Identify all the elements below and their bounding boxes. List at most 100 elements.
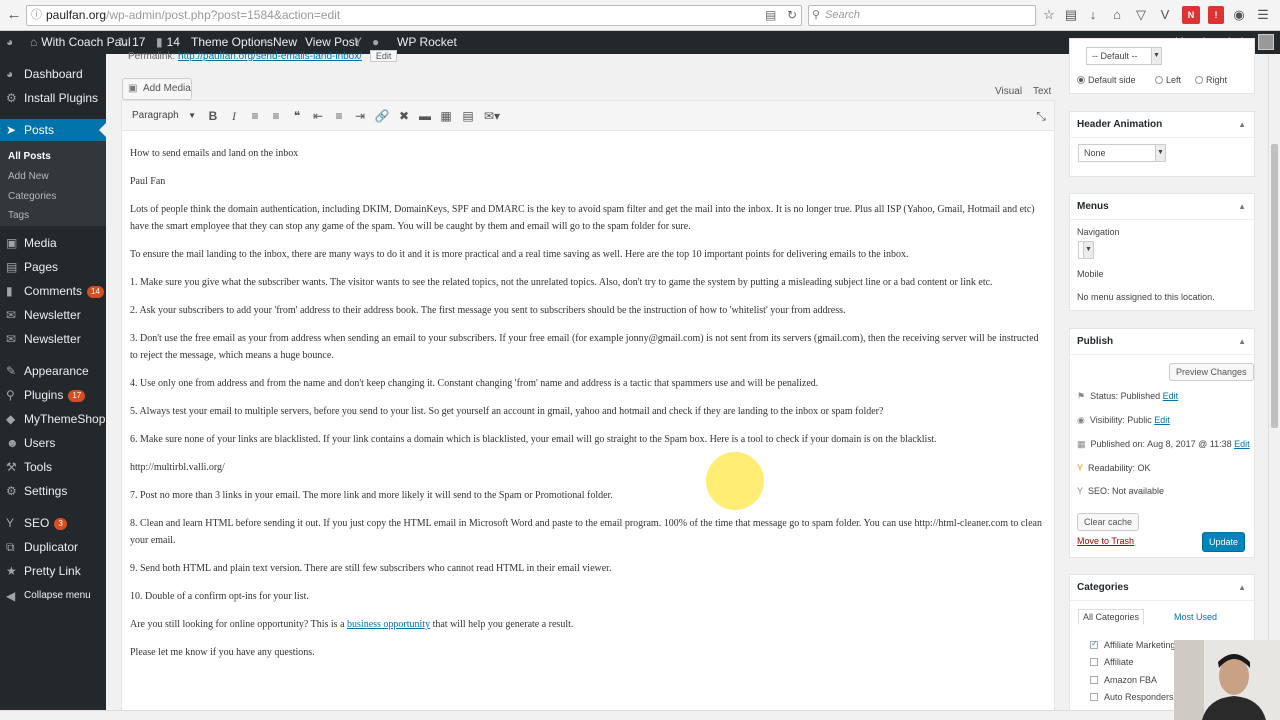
bookmark-star-icon[interactable]: ☆: [1040, 6, 1058, 24]
extension-globe-icon[interactable]: ◉: [1230, 6, 1248, 24]
sidebar-item-posts[interactable]: ➤ Posts: [0, 119, 106, 141]
post-content[interactable]: How to send emails and land on the inbox…: [130, 145, 1048, 672]
italic-icon[interactable]: I: [225, 107, 243, 125]
download-icon[interactable]: ↓: [1084, 6, 1102, 24]
reading-list-icon[interactable]: ▤: [1062, 6, 1080, 24]
wordpress-logo-icon[interactable]: ◕: [6, 31, 17, 54]
preview-changes-button[interactable]: Preview Changes: [1169, 363, 1254, 381]
permalink-url[interactable]: http://paulfan.org/send-emails-land-inbo…: [178, 51, 362, 62]
tab-visual[interactable]: Visual: [995, 86, 1022, 97]
table-icon[interactable]: ▤: [459, 107, 477, 125]
radio-default-side[interactable]: Default side: [1077, 75, 1136, 85]
navigation-select[interactable]: ▼: [1078, 241, 1094, 259]
sidebar-sub-tags[interactable]: Tags: [0, 206, 106, 226]
media-icon: ▣: [128, 83, 138, 94]
comment-icon: ▮: [6, 284, 13, 298]
category-item[interactable]: Affiliate: [1090, 657, 1133, 667]
radio-left[interactable]: Left: [1155, 75, 1181, 85]
extension-alert-icon[interactable]: !: [1208, 6, 1224, 24]
browser-search-input[interactable]: ⚲ Search: [808, 5, 1036, 26]
menu-icon[interactable]: ☰: [1254, 6, 1272, 24]
sidebar-item-pretty-link[interactable]: ★ Pretty Link: [0, 560, 106, 582]
paragraph: 7. Post no more than 3 links in your ema…: [130, 490, 613, 501]
sidebar-item-dashboard[interactable]: ◕ Dashboard: [0, 63, 106, 85]
publish-title[interactable]: Publish ▲: [1070, 329, 1254, 355]
bold-icon[interactable]: B: [204, 107, 222, 125]
bullet-list-icon[interactable]: ≡: [246, 107, 264, 125]
adminbar-wp-rocket[interactable]: WP Rocket: [397, 31, 457, 54]
menus-title[interactable]: Menus ▲: [1070, 194, 1254, 220]
sidebar-item-newsletter-2[interactable]: ✉ Newsletter: [0, 328, 106, 350]
read-more-icon[interactable]: ▬: [416, 107, 434, 125]
reader-icon[interactable]: ▤: [765, 6, 776, 25]
move-to-trash-link[interactable]: Move to Trash: [1077, 536, 1134, 546]
adminbar-site-name[interactable]: ⌂ With Coach Paul: [30, 31, 131, 54]
visibility-edit-link[interactable]: Edit: [1154, 415, 1170, 425]
align-right-icon[interactable]: ⇥: [351, 107, 369, 125]
align-left-icon[interactable]: ⇤: [309, 107, 327, 125]
sidebar-item-seo[interactable]: Y SEO 3: [0, 512, 106, 534]
header-animation-title[interactable]: Header Animation ▲: [1070, 112, 1254, 138]
extension-v-icon[interactable]: V: [1156, 6, 1174, 24]
sidebar-select[interactable]: -- Default -- ▼: [1086, 47, 1162, 65]
reload-icon[interactable]: ↻: [787, 6, 797, 25]
sidebar-item-newsletter-1[interactable]: ✉ Newsletter: [0, 304, 106, 326]
checkbox-icon: [1090, 675, 1098, 684]
back-icon[interactable]: ←: [5, 6, 23, 24]
collapse-arrow-icon[interactable]: ▲: [1238, 194, 1246, 220]
tab-text[interactable]: Text: [1033, 86, 1051, 97]
category-item[interactable]: Amazon FBA: [1090, 675, 1157, 685]
collapse-arrow-icon[interactable]: ▲: [1238, 575, 1246, 601]
address-bar[interactable]: ⓘ paulfan.org/wp-admin/post.php?post=158…: [26, 5, 802, 26]
tab-all-categories[interactable]: All Categories: [1078, 609, 1145, 625]
header-animation-select[interactable]: None ▼: [1078, 144, 1166, 162]
sidebar-item-tools[interactable]: ⚒ Tools: [0, 456, 106, 478]
radio-icon: [1077, 75, 1085, 84]
toolbar-toggle-icon[interactable]: ▦: [437, 107, 455, 125]
permalink-edit-button[interactable]: Edit: [369, 50, 398, 62]
home-icon[interactable]: ⌂: [1108, 6, 1126, 24]
status-edit-link[interactable]: Edit: [1163, 391, 1179, 401]
extension-new-icon[interactable]: N: [1182, 6, 1200, 24]
collapse-menu-button[interactable]: ◀ Collapse menu: [0, 585, 106, 607]
fullscreen-icon[interactable]: ⤡: [1032, 107, 1050, 125]
blockquote-icon[interactable]: ❝: [288, 107, 306, 125]
horizontal-scrollbar[interactable]: [0, 710, 1268, 720]
sidebar-sub-all-posts[interactable]: All Posts: [0, 147, 106, 167]
link-icon[interactable]: 🔗: [373, 107, 391, 125]
add-media-button[interactable]: ▣ Add Media: [122, 78, 192, 100]
sidebar-sub-add-new[interactable]: Add New: [0, 167, 106, 187]
categories-title[interactable]: Categories ▲: [1070, 575, 1254, 601]
numbered-list-icon[interactable]: ≡: [267, 107, 285, 125]
pocket-icon[interactable]: ▽: [1132, 6, 1150, 24]
date-edit-link[interactable]: Edit: [1234, 439, 1250, 449]
sidebar-item-mythemeshop[interactable]: ◆ MyThemeShop: [0, 408, 106, 430]
business-opportunity-link[interactable]: business opportunity: [347, 619, 430, 630]
sidebar-item-media[interactable]: ▣ Media: [0, 232, 106, 254]
align-center-icon[interactable]: ≡: [330, 107, 348, 125]
sidebar-sub-categories[interactable]: Categories: [0, 187, 106, 207]
clear-cache-button[interactable]: Clear cache: [1077, 513, 1140, 531]
sidebar-item-settings[interactable]: ⚙ Settings: [0, 480, 106, 502]
tab-most-used[interactable]: Most Used: [1174, 612, 1217, 622]
sidebar-item-install-plugins[interactable]: ⚙ Install Plugins: [0, 87, 106, 109]
sidebar-item-comments[interactable]: ▮ Comments 14: [0, 280, 106, 302]
scrollbar-thumb[interactable]: [1271, 144, 1278, 428]
sidebar-item-plugins[interactable]: ⚲ Plugins 17: [0, 384, 106, 406]
avatar[interactable]: [1258, 34, 1274, 50]
sidebar-item-users[interactable]: ☻ Users: [0, 432, 106, 454]
category-item[interactable]: Auto Responders: [1090, 692, 1174, 702]
radio-right[interactable]: Right: [1195, 75, 1227, 85]
sidebar-item-pages[interactable]: ▤ Pages: [0, 256, 106, 278]
category-item[interactable]: Affiliate Marketing: [1090, 639, 1175, 650]
update-button[interactable]: Update: [1202, 532, 1246, 552]
collapse-arrow-icon[interactable]: ▲: [1238, 112, 1246, 138]
unlink-icon[interactable]: ✖: [395, 107, 413, 125]
email-icon[interactable]: ✉▾: [483, 107, 501, 125]
sidebar-item-appearance[interactable]: ✎ Appearance: [0, 360, 106, 382]
paragraph: 9. Send both HTML and plain text version…: [130, 563, 612, 574]
format-select[interactable]: Paragraph ▼: [128, 107, 198, 125]
sidebar-item-duplicator[interactable]: ⧉ Duplicator: [0, 536, 106, 558]
collapse-arrow-icon[interactable]: ▲: [1238, 329, 1246, 355]
page-scrollbar[interactable]: [1268, 54, 1280, 720]
